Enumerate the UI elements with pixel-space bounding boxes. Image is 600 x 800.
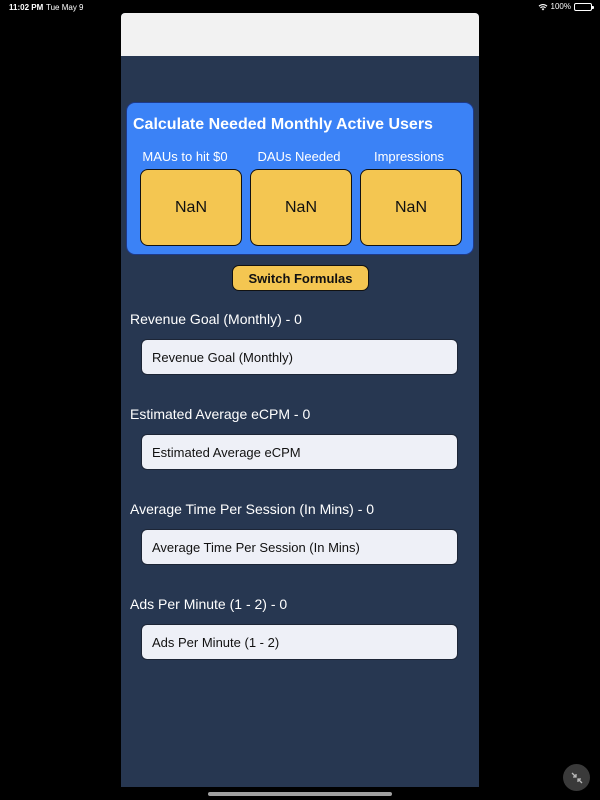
session-time-label: Average Time Per Session (In Mins) - 0 (130, 501, 375, 517)
card-title: Calculate Needed Monthly Active Users (133, 116, 433, 133)
status-time: 11:02 PM (9, 3, 44, 12)
mau-result: NaN (140, 169, 242, 246)
dau-result: NaN (250, 169, 352, 246)
ads-per-minute-label: Ads Per Minute (1 - 2) - 0 (130, 596, 288, 612)
revenue-goal-input[interactable] (141, 339, 458, 375)
collapse-button[interactable] (563, 764, 590, 791)
status-date: Tue May 9 (46, 3, 84, 12)
status-indicators: 100% (538, 2, 594, 11)
impressions-label: Impressions (373, 149, 445, 164)
mau-label: MAUs to hit $0 (142, 149, 228, 164)
ads-per-minute-input[interactable] (141, 624, 458, 660)
collapse-icon (571, 772, 582, 783)
battery-percent: 100% (550, 2, 571, 11)
revenue-goal-label: Revenue Goal (Monthly) - 0 (130, 311, 302, 327)
ecpm-label: Estimated Average eCPM - 0 (130, 406, 311, 422)
status-bar: 11:02 PM Tue May 9 100% (0, 0, 600, 14)
ecpm-input[interactable] (141, 434, 458, 470)
switch-formulas-button[interactable]: Switch Formulas (232, 265, 369, 291)
wifi-icon (538, 3, 547, 10)
impressions-result: NaN (360, 169, 462, 246)
battery-icon (574, 2, 594, 11)
dau-label: DAUs Needed (257, 149, 341, 164)
app-frame: Calculate Needed Monthly Active Users MA… (121, 13, 479, 787)
calculator-card: Calculate Needed Monthly Active Users MA… (126, 102, 474, 255)
session-time-input[interactable] (141, 529, 458, 565)
home-indicator (208, 792, 392, 796)
top-header (121, 13, 479, 56)
